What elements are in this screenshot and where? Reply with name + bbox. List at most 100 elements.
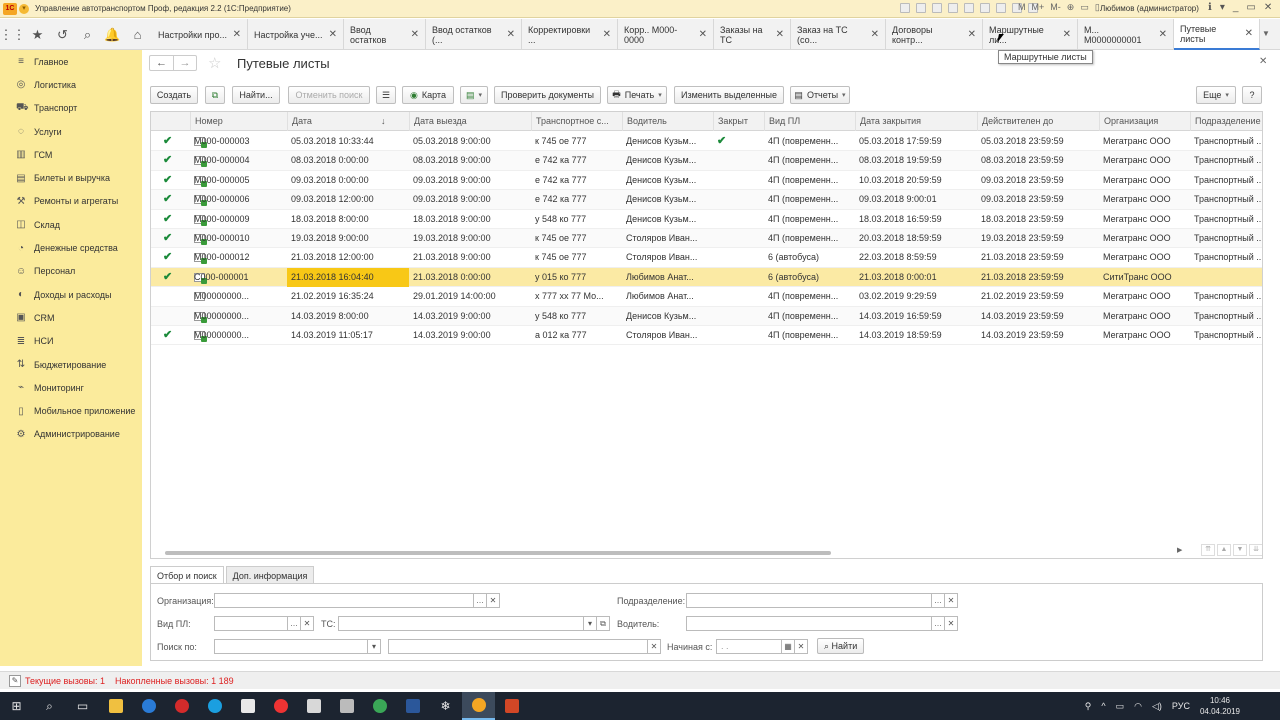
column-header[interactable]: Транспортное с... [531,112,622,131]
sidebar-item[interactable]: ▥ ГСМ [0,143,142,166]
chrome-icon[interactable] [363,692,396,720]
sidebar-item[interactable]: ◎ Логистика [0,73,142,96]
close-tab-icon[interactable]: ✕ [776,29,784,40]
sidebar-item[interactable]: ▤ Билеты и выручка [0,166,142,189]
sidebar-item[interactable]: ⛟ Транспорт [0,97,142,120]
mail-icon[interactable] [297,692,330,720]
language-indicator[interactable]: РУС [1172,701,1190,711]
table-row[interactable]: ✔ М000-000009 18.03.2018 8:00:00 18.03.2018… [151,210,1262,229]
find-button[interactable]: Найти... [232,86,280,104]
sidebar-item[interactable]: ◫ Склад [0,213,142,236]
window-tab[interactable]: Заказ на ТС (со... ✕ [791,19,886,50]
chevron-down-icon[interactable]: ▾ [584,616,597,631]
panels-icon[interactable]: ▭ [1080,2,1089,13]
app-logo-icon[interactable]: 1С [3,2,17,15]
windows-start-icon[interactable]: ⊞ [0,692,33,720]
date-from-field[interactable]: . . [716,639,782,654]
table-row[interactable]: ✔ М00000000... 14.03.2019 11:05:17 14.03.20… [151,326,1262,346]
sidebar-item[interactable]: ⚒ Ремонты и агрегаты [0,190,142,213]
clear-icon[interactable]: ✕ [301,616,314,631]
open-icon[interactable]: ⧉ [597,616,610,631]
notifications-bell-icon[interactable]: 🔔 [100,19,125,50]
maximize-icon[interactable]: ▭ [1246,2,1255,13]
chevron-down-icon[interactable]: ▾ [368,639,381,654]
window-tab[interactable]: М... М0000000001 ✕ [1078,19,1174,50]
m-button[interactable]: M [1018,2,1026,13]
search-by-field[interactable] [214,639,368,654]
table-row[interactable]: ✔ М000-000004 08.03.2018 0:00:00 08.03.2018… [151,151,1262,171]
tab-filter-search[interactable]: Отбор и поиск [150,566,224,584]
apps-grid-icon[interactable]: ⋮⋮ [0,19,26,50]
select-button[interactable]: … [474,593,487,608]
column-header[interactable]: Номер [190,112,287,131]
driver-field[interactable] [686,616,932,631]
tray-overflow-icon[interactable]: ^ [1101,701,1105,711]
table-row[interactable]: М00000000... 21.02.2019 16:35:24 29.01.201… [151,287,1262,307]
window-tab[interactable]: Ввод остатков (... ✕ [426,19,522,50]
file-explorer-icon[interactable] [99,692,132,720]
window-tab[interactable]: Путевые листы ✕ [1174,19,1260,50]
sidebar-item[interactable]: ▣ CRM [0,306,142,329]
clear-icon[interactable]: ✕ [487,593,500,608]
window-tab[interactable]: Договоры контр... ✕ [886,19,983,50]
menu-dropdown-icon[interactable]: ▾ [1220,2,1225,13]
create-button[interactable]: Создать [150,86,198,104]
m-minus-button[interactable]: M- [1050,2,1061,13]
performance-icon[interactable]: ✎ [9,674,21,687]
volume-icon[interactable]: ◁) [1152,701,1162,712]
map-button[interactable]: ◉ Карта [402,86,454,104]
column-header[interactable]: Дата выезда [409,112,531,131]
close-tab-icon[interactable]: ✕ [699,29,707,40]
refresh-icon[interactable] [948,3,958,13]
column-header[interactable]: Дата закрытия [855,112,977,131]
print-icon[interactable] [916,3,926,13]
window-tab[interactable]: Ввод остатков ✕ [344,19,426,50]
task-view-icon[interactable]: ▭ [66,692,99,720]
clear-icon[interactable]: ✕ [945,616,958,631]
sort-desc-icon[interactable]: ↓ [381,112,386,131]
close-tab-icon[interactable]: ✕ [603,29,611,40]
history-icon[interactable] [996,3,1006,13]
sidebar-item[interactable]: ☺ Персонал [0,260,142,283]
home-icon[interactable]: ⌂ [125,19,150,50]
print-button[interactable]: 🖶 Печать ▾ [607,86,667,104]
department-field[interactable] [686,593,932,608]
clear-icon[interactable]: ✕ [795,639,808,654]
tabs-overflow-icon[interactable]: ▼ [1262,29,1270,38]
scroll-top-icon[interactable]: ⇈ [1201,544,1215,556]
sidebar-item[interactable]: ⚙ Администрирование [0,423,142,446]
info-icon[interactable]: ℹ [1208,2,1212,13]
sidebar-item[interactable]: ◌ Услуги [0,120,142,143]
column-header[interactable]: Действителен до [977,112,1099,131]
help-button[interactable]: ? [1242,86,1262,104]
attach-icon[interactable] [980,3,990,13]
column-header[interactable]: Водитель [622,112,713,131]
wifi-icon[interactable]: ◠ [1134,701,1142,712]
column-header[interactable]: Закрыт [713,112,764,131]
skype-icon[interactable] [198,692,231,720]
copy-button[interactable]: ⧉ [205,86,225,104]
copy-icon[interactable] [932,3,942,13]
close-form-icon[interactable]: ✕ [1259,56,1267,67]
window-tab[interactable]: Корректировки ... ✕ [522,19,618,50]
sidebar-item[interactable]: ▯ Мобильное приложение [0,399,142,422]
window-tab[interactable]: Маршрутные ли... ✕ [983,19,1078,50]
filter-find-button[interactable]: ⌕ Найти [817,638,865,654]
link-icon[interactable] [964,3,974,13]
scroll-right-icon[interactable]: ▶ [1177,546,1182,554]
select-button[interactable]: … [288,616,301,631]
close-tab-icon[interactable]: ✕ [233,29,241,40]
table-row[interactable]: М00000000... 14.03.2019 8:00:00 14.03.2019… [151,306,1262,326]
column-header[interactable]: Организация [1099,112,1190,131]
table-row[interactable]: ✔ М000-000005 09.03.2018 0:00:00 09.03.2018… [151,171,1262,191]
vehicle-field[interactable] [338,616,584,631]
sidebar-item[interactable]: ≡ Главное [0,50,142,73]
change-selected-button[interactable]: Изменить выделенные [674,86,784,104]
scroll-bottom-icon[interactable]: ⇊ [1249,544,1262,556]
table-row[interactable]: ✔ М000-000006 09.03.2018 12:00:00 09.03.201… [151,190,1262,210]
opera-icon[interactable] [165,692,198,720]
tab-extra-info[interactable]: Доп. информация [225,566,315,584]
close-tab-icon[interactable]: ✕ [871,29,879,40]
powerpoint-icon[interactable] [495,692,528,720]
calendar-icon[interactable]: ▦ [782,639,795,654]
